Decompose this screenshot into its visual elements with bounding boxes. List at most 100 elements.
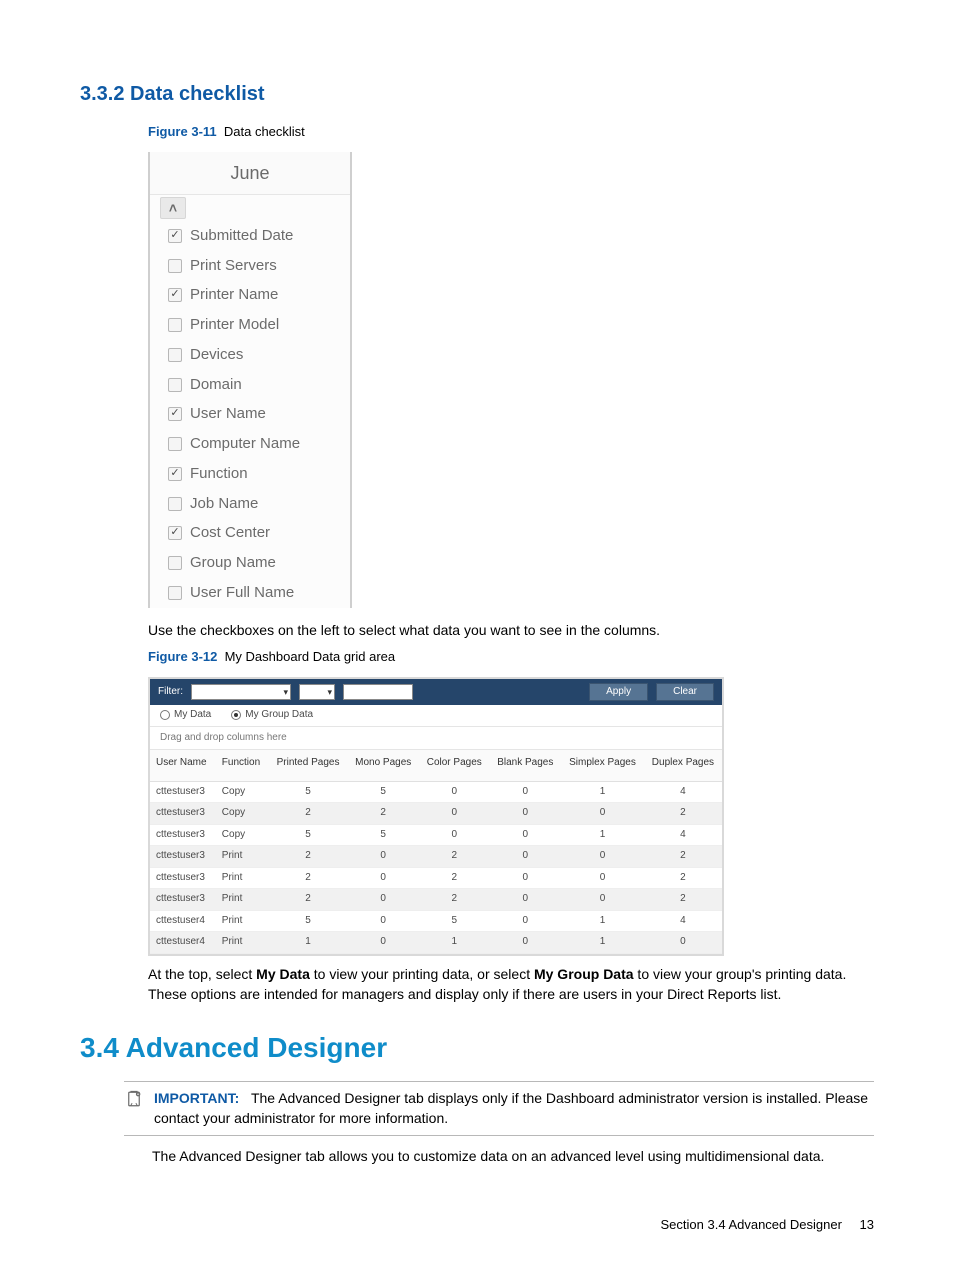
grid-column-header[interactable]: Blank Pages (489, 750, 561, 781)
checkbox-icon[interactable] (168, 467, 182, 481)
radio-my-data[interactable]: My Data (160, 708, 211, 723)
table-cell: Print (216, 867, 269, 889)
grid-column-header[interactable]: Printed Pages (269, 750, 348, 781)
checklist-item[interactable]: User Name (150, 399, 350, 429)
table-row[interactable]: cttestuser3Print202002 (150, 846, 722, 868)
grid-filter-bar: Filter: Apply Clear (150, 679, 722, 706)
checklist-item-label: Submitted Date (190, 225, 293, 247)
checklist-item[interactable]: Print Servers (150, 251, 350, 281)
table-cell: Copy (216, 803, 269, 825)
checklist-item-label: Group Name (190, 552, 276, 574)
grid-column-header[interactable]: Simplex Pages (561, 750, 644, 781)
grid-description: At the top, select My Data to view your … (148, 964, 874, 1005)
table-row[interactable]: cttestuser3Copy550014 (150, 781, 722, 803)
table-row[interactable]: cttestuser4Print101010 (150, 932, 722, 954)
collapse-toggle[interactable]: ˄ (160, 197, 186, 219)
checkbox-icon[interactable] (168, 378, 182, 392)
table-cell: 1 (561, 824, 644, 846)
grid-column-header[interactable]: Function (216, 750, 269, 781)
checkbox-icon[interactable] (168, 348, 182, 362)
checklist-item-label: Function (190, 463, 248, 485)
table-cell: Print (216, 932, 269, 954)
checklist-item[interactable]: Devices (150, 340, 350, 370)
checkbox-icon[interactable] (168, 318, 182, 332)
table-cell: 0 (489, 932, 561, 954)
checkbox-icon[interactable] (168, 497, 182, 511)
heading-3-3-2: 3.3.2 Data checklist (80, 80, 874, 109)
table-cell: 5 (419, 910, 489, 932)
grid-column-header[interactable]: Mono Pages (347, 750, 419, 781)
checkbox-icon[interactable] (168, 586, 182, 600)
apply-button[interactable]: Apply (589, 683, 648, 702)
checklist-item[interactable]: Printer Model (150, 310, 350, 340)
checkbox-icon[interactable] (168, 229, 182, 243)
checklist-item[interactable]: Domain (150, 370, 350, 400)
table-cell: 0 (561, 803, 644, 825)
filter-value-input[interactable] (343, 684, 413, 700)
table-cell: cttestuser4 (150, 910, 216, 932)
table-cell: 0 (347, 910, 419, 932)
filter-label: Filter: (158, 685, 183, 700)
checklist-item-label: Job Name (190, 493, 258, 515)
table-row[interactable]: cttestuser3Copy550014 (150, 824, 722, 846)
table-cell: 4 (644, 910, 722, 932)
table-row[interactable]: cttestuser3Copy220002 (150, 803, 722, 825)
table-cell: 0 (419, 824, 489, 846)
checkbox-icon[interactable] (168, 556, 182, 570)
table-cell: 5 (269, 910, 348, 932)
checklist-item[interactable]: Job Name (150, 489, 350, 519)
checkbox-icon[interactable] (168, 407, 182, 421)
table-cell: 2 (269, 846, 348, 868)
checklist-item[interactable]: Submitted Date (150, 221, 350, 251)
table-cell: 0 (489, 889, 561, 911)
checklist-item[interactable]: Group Name (150, 548, 350, 578)
grid-column-header[interactable]: Duplex Pages (644, 750, 722, 781)
checklist-item-label: Print Servers (190, 255, 277, 277)
checklist-item-label: User Name (190, 403, 266, 425)
table-cell: 5 (347, 781, 419, 803)
checklist-item[interactable]: Cost Center (150, 518, 350, 548)
table-cell: 5 (269, 781, 348, 803)
table-cell: 0 (489, 910, 561, 932)
checkbox-icon[interactable] (168, 437, 182, 451)
table-cell: 0 (489, 824, 561, 846)
radio-my-data-label: My Data (174, 709, 211, 720)
table-cell: 0 (489, 803, 561, 825)
table-cell: Print (216, 889, 269, 911)
table-cell: 2 (644, 803, 722, 825)
table-cell: 0 (347, 867, 419, 889)
checklist-item[interactable]: Printer Name (150, 280, 350, 310)
checkbox-icon[interactable] (168, 526, 182, 540)
grid-column-header[interactable]: Color Pages (419, 750, 489, 781)
table-row[interactable]: cttestuser4Print505014 (150, 910, 722, 932)
filter-field-select[interactable] (191, 684, 291, 700)
table-cell: 0 (561, 846, 644, 868)
checklist-item[interactable]: Function (150, 459, 350, 489)
grid-drag-hint[interactable]: Drag and drop columns here (150, 727, 722, 751)
footer-section: Section 3.4 Advanced Designer (661, 1217, 842, 1232)
checkbox-icon[interactable] (168, 288, 182, 302)
checklist-item[interactable]: User Full Name (150, 578, 350, 608)
table-cell: 2 (419, 867, 489, 889)
table-cell: 1 (419, 932, 489, 954)
figure-3-12-caption: Figure 3-12 My Dashboard Data grid area (148, 648, 874, 667)
table-cell: 0 (347, 846, 419, 868)
radio-my-group-data[interactable]: My Group Data (231, 708, 313, 723)
footer-page-number: 13 (860, 1216, 874, 1235)
dashboard-data-grid: Filter: Apply Clear My Data My Group Dat… (148, 677, 724, 956)
table-row[interactable]: cttestuser3Print202002 (150, 889, 722, 911)
checkbox-icon[interactable] (168, 259, 182, 273)
checklist-header: June (150, 152, 350, 195)
figure-3-11-label: Figure 3-11 (148, 124, 217, 139)
table-cell: Copy (216, 824, 269, 846)
table-cell: 2 (347, 803, 419, 825)
table-cell: 0 (561, 889, 644, 911)
table-cell: cttestuser3 (150, 824, 216, 846)
advanced-designer-description: The Advanced Designer tab allows you to … (152, 1146, 874, 1166)
table-row[interactable]: cttestuser3Print202002 (150, 867, 722, 889)
filter-op-select[interactable] (299, 684, 335, 700)
checklist-item[interactable]: Computer Name (150, 429, 350, 459)
clear-button[interactable]: Clear (656, 683, 714, 702)
grid-column-header[interactable]: User Name (150, 750, 216, 781)
table-cell: cttestuser3 (150, 803, 216, 825)
